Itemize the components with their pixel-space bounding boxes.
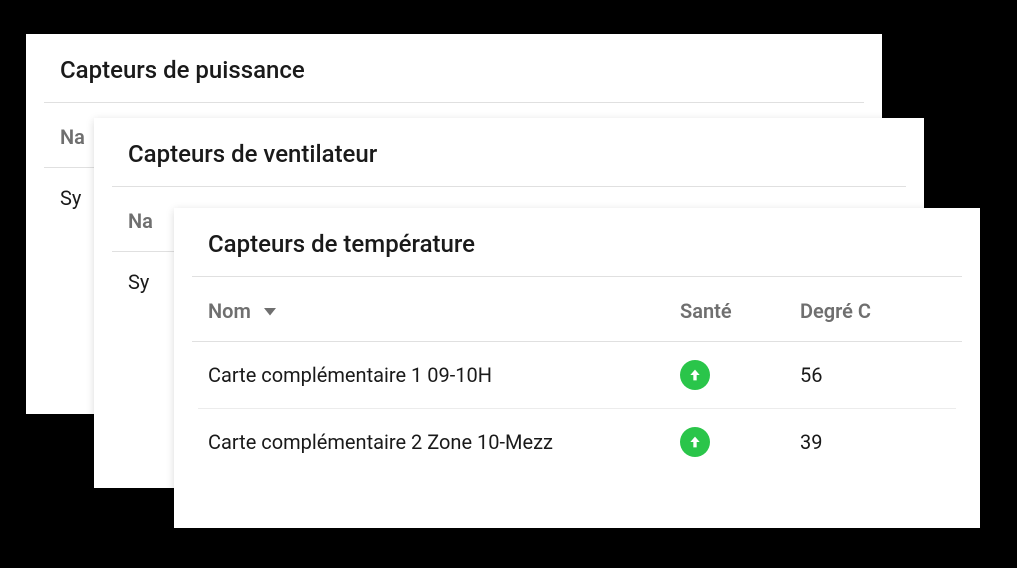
table-row: Carte complémentaire 1 09-10H 56 bbox=[174, 342, 980, 408]
column-header-name[interactable]: Nom bbox=[208, 299, 444, 323]
cell-name: Carte complémentaire 1 09-10H bbox=[208, 363, 680, 387]
cell-name: Carte complémentaire 2 Zone 10-Mezz bbox=[208, 430, 680, 454]
column-header-name-label: Nom bbox=[208, 299, 251, 323]
card-title: Capteurs de puissance bbox=[26, 34, 882, 102]
table-header: Nom Santé Degré C bbox=[174, 277, 980, 341]
column-header-degree[interactable]: Degré C bbox=[800, 299, 930, 323]
cell-health bbox=[680, 427, 800, 457]
health-ok-icon bbox=[680, 427, 710, 457]
cell-degree: 39 bbox=[800, 430, 930, 454]
card-title: Capteurs de température bbox=[174, 208, 980, 276]
cell-health bbox=[680, 360, 800, 390]
card-title: Capteurs de ventilateur bbox=[94, 118, 924, 186]
sort-desc-icon bbox=[261, 302, 279, 320]
cell-degree: 56 bbox=[800, 363, 930, 387]
health-ok-icon bbox=[680, 360, 710, 390]
temperature-sensors-card: Capteurs de température Nom Santé Degré … bbox=[174, 208, 980, 528]
column-header-health[interactable]: Santé bbox=[680, 299, 800, 323]
table-row: Carte complémentaire 2 Zone 10-Mezz 39 bbox=[174, 409, 980, 475]
